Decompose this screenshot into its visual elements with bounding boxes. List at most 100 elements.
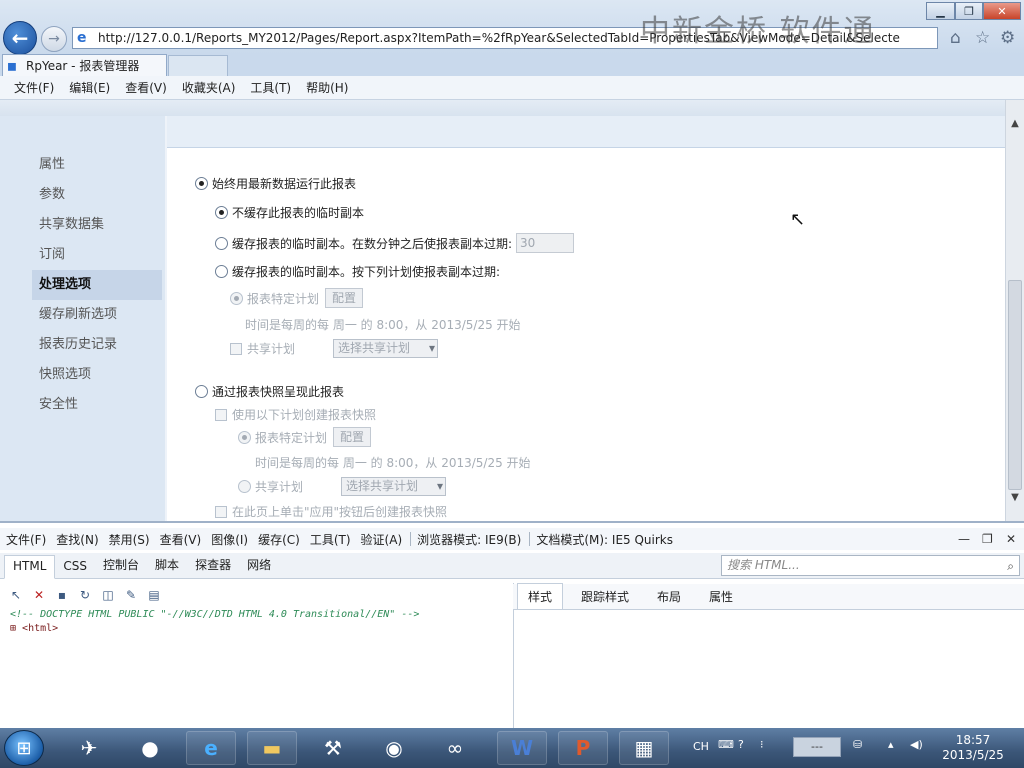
option-on-apply[interactable]: 在此页上单击"应用"按钮后创建报表快照 <box>215 503 447 520</box>
devtools-menu-find[interactable]: 查找(N) <box>56 531 98 548</box>
radio-cache-schedule[interactable] <box>215 265 228 278</box>
back-button[interactable]: ← <box>3 21 37 55</box>
dom-html-node[interactable]: ⊞ <html> <box>0 622 512 636</box>
configure-button-2[interactable]: 配置 <box>333 427 372 447</box>
tab-attributes[interactable]: 属性 <box>699 584 743 609</box>
menu-help[interactable]: 帮助(H) <box>306 79 348 96</box>
devtools-search-input[interactable]: 搜索 HTML... ⌕ <box>721 555 1020 576</box>
option-shared-schedule-1[interactable]: 共享计划 选择共享计划 <box>230 339 439 358</box>
scroll-thumb[interactable] <box>1008 280 1022 490</box>
option-no-cache[interactable]: 不缓存此报表的临时副本 <box>215 204 364 221</box>
tools-gear-icon[interactable]: ⚙ <box>1000 28 1015 48</box>
devtools-menu-file[interactable]: 文件(F) <box>6 531 46 548</box>
option-use-schedule-snapshot[interactable]: 使用以下计划创建报表快照 <box>215 406 376 423</box>
favorites-star-icon[interactable]: ☆ <box>975 28 990 48</box>
menu-view[interactable]: 查看(V) <box>125 79 167 96</box>
option-always-latest[interactable]: 始终用最新数据运行此报表 <box>195 175 356 192</box>
radio-always-latest[interactable] <box>195 177 208 190</box>
taskbar-app-qq[interactable]: ● <box>125 731 175 765</box>
menu-edit[interactable]: 编辑(E) <box>69 79 110 96</box>
radio-snapshot[interactable] <box>195 385 208 398</box>
tab-console[interactable]: 控制台 <box>95 556 147 578</box>
devtools-menu-cache[interactable]: 缓存(C) <box>258 531 300 548</box>
devtools-close-button[interactable]: ✕ <box>1006 532 1016 546</box>
tab-trace-style[interactable]: 跟踪样式 <box>571 584 639 609</box>
show-hidden-icons-icon[interactable]: ▴ <box>888 738 894 751</box>
page-scrollbar[interactable]: ▲ ▼ <box>1005 100 1024 521</box>
devtools-menu-images[interactable]: 图像(I) <box>211 531 248 548</box>
volume-box[interactable]: --- <box>793 737 841 757</box>
refresh-icon[interactable]: ↻ <box>77 587 93 603</box>
taskbar-app-calculator[interactable]: ▦ <box>619 731 669 765</box>
dom-icon[interactable]: ◫ <box>100 587 116 603</box>
devtools-document-mode[interactable]: 文档模式(M): IE5 Quirks <box>536 531 673 548</box>
option-cache-schedule[interactable]: 缓存报表的临时副本。按下列计划使报表副本过期: <box>215 263 500 280</box>
scroll-up-icon[interactable]: ▲ <box>1006 118 1024 134</box>
option-report-schedule-2[interactable]: 报表特定计划 配置 <box>238 427 372 447</box>
taskbar-app-powerpoint[interactable]: P <box>558 731 608 765</box>
minutes-input[interactable]: 30 <box>516 233 575 253</box>
taskbar-app-ie[interactable]: e <box>186 731 236 765</box>
tab-html[interactable]: HTML <box>4 555 56 579</box>
tab-layout[interactable]: 布局 <box>647 584 691 609</box>
maximize-button[interactable]: ❐ <box>955 2 983 20</box>
devtools-menu-disable[interactable]: 禁用(S) <box>109 531 150 548</box>
close-button[interactable]: ✕ <box>983 2 1021 20</box>
help-icon[interactable]: ? <box>738 738 744 751</box>
sidebar-item-subscriptions[interactable]: 订阅 <box>32 240 162 270</box>
new-tab-button[interactable] <box>168 55 228 76</box>
menu-file[interactable]: 文件(F) <box>14 79 54 96</box>
radio-report-schedule-1[interactable] <box>230 291 243 305</box>
devtools-browser-mode[interactable]: 浏览器模式: IE9(B) <box>417 531 521 548</box>
menu-tools[interactable]: 工具(T) <box>250 79 291 96</box>
start-button[interactable]: ⊞ <box>4 730 44 766</box>
select-element-icon[interactable]: ↖ <box>8 587 24 603</box>
search-icon[interactable]: ⌕ <box>1007 557 1014 576</box>
sidebar-item-snapshot-options[interactable]: 快照选项 <box>32 360 162 390</box>
scroll-down-icon[interactable]: ▼ <box>1006 492 1024 508</box>
sidebar-item-security[interactable]: 安全性 <box>32 390 162 420</box>
taskbar-app-feiq[interactable]: ✈ <box>64 731 114 765</box>
ime-options-icon[interactable]: ⁝ <box>760 738 764 751</box>
browser-tab-active[interactable]: ◼ RpYear - 报表管理器 <box>2 54 167 76</box>
devtools-minimize-button[interactable]: — <box>958 532 970 546</box>
clock[interactable]: 18:57 2013/5/25 <box>938 733 1008 763</box>
tab-profiler[interactable]: 探查器 <box>187 556 239 578</box>
taskbar-app-recorder[interactable]: ◉ <box>369 731 419 765</box>
taskbar-app-word[interactable]: W <box>497 731 547 765</box>
keyboard-icon[interactable]: ⌨ <box>718 738 734 751</box>
word-wrap-icon[interactable]: ▤ <box>146 587 162 603</box>
taskbar-app-tool[interactable]: ⚒ <box>308 731 358 765</box>
ime-indicator[interactable]: CH <box>693 740 709 753</box>
sidebar-item-report-history[interactable]: 报表历史记录 <box>32 330 162 360</box>
option-cache-minutes[interactable]: 缓存报表的临时副本。在数分钟之后使报表副本过期: 30 <box>215 233 575 253</box>
volume-icon[interactable]: ◀) <box>910 738 923 751</box>
sidebar-item-shared-datasets[interactable]: 共享数据集 <box>32 210 162 240</box>
taskbar-app-vs[interactable]: ∞ <box>430 731 480 765</box>
devtools-menu-tools[interactable]: 工具(T) <box>310 531 351 548</box>
forward-button[interactable]: → <box>41 26 67 52</box>
expand-icon[interactable]: ⊞ <box>10 623 22 634</box>
minimize-button[interactable]: ▁ <box>926 2 955 20</box>
tab-style[interactable]: 样式 <box>517 583 564 610</box>
sidebar-item-properties[interactable]: 属性 <box>32 150 162 180</box>
tab-script[interactable]: 脚本 <box>147 556 187 578</box>
network-icon[interactable]: ⛁ <box>853 738 862 751</box>
checkbox-use-schedule[interactable] <box>215 408 227 421</box>
menu-favorites[interactable]: 收藏夹(A) <box>182 79 236 96</box>
devtools-menu-view[interactable]: 查看(V) <box>160 531 202 548</box>
home-icon[interactable]: ⌂ <box>950 28 961 48</box>
save-icon[interactable]: ▪ <box>54 587 70 603</box>
tab-network[interactable]: 网络 <box>239 556 279 578</box>
radio-no-cache[interactable] <box>215 206 228 219</box>
sidebar-item-parameters[interactable]: 参数 <box>32 180 162 210</box>
shared-schedule-select-1[interactable]: 选择共享计划 <box>333 339 439 358</box>
option-report-schedule-1[interactable]: 报表特定计划 配置 <box>230 288 364 308</box>
sidebar-item-cache-refresh[interactable]: 缓存刷新选项 <box>32 300 162 330</box>
radio-cache-minutes[interactable] <box>215 236 228 250</box>
edit-icon[interactable]: ✎ <box>123 587 139 603</box>
option-shared-schedule-2[interactable]: 共享计划 选择共享计划 <box>238 477 447 496</box>
option-snapshot[interactable]: 通过报表快照呈现此报表 <box>195 383 344 400</box>
sidebar-item-processing-options[interactable]: 处理选项 <box>32 270 162 300</box>
configure-button-1[interactable]: 配置 <box>325 288 364 308</box>
